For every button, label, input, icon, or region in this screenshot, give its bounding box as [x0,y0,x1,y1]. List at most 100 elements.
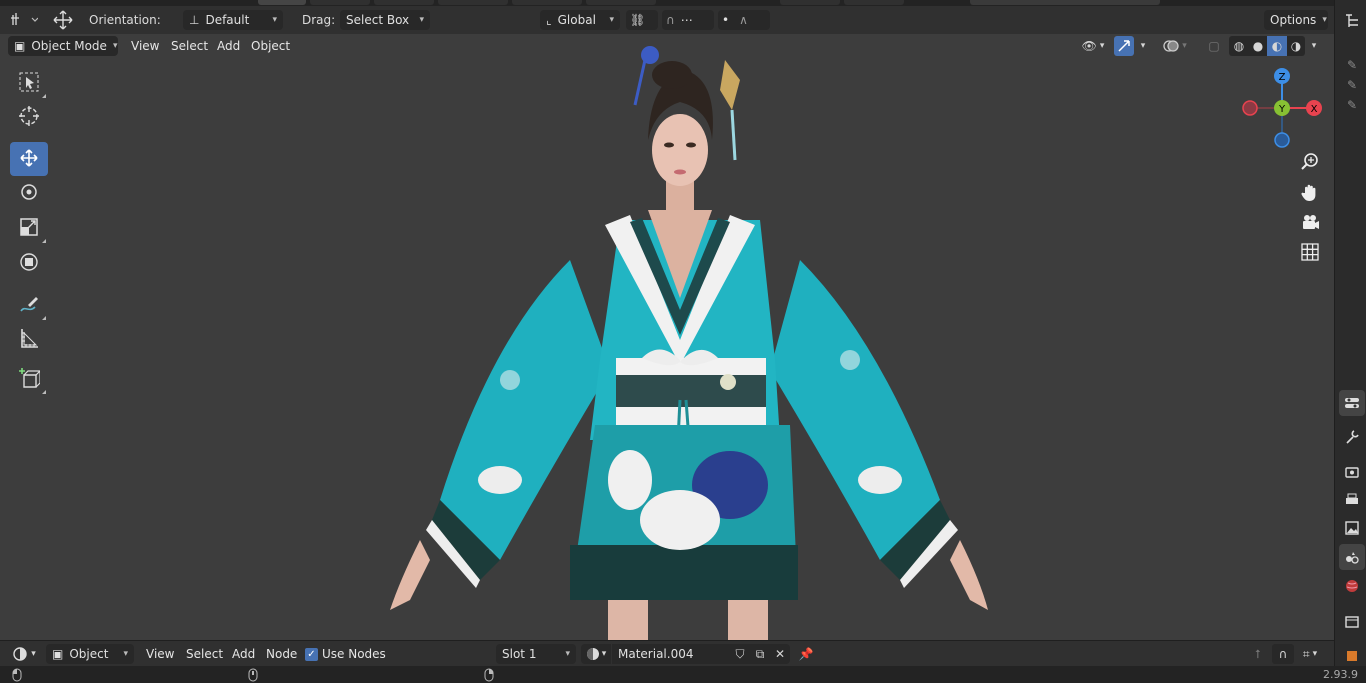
workspace-tab[interactable] [512,0,582,5]
xray-icon[interactable]: ▢ [1204,36,1224,56]
shader-type-dropdown[interactable]: ▣ Object ▾ [46,644,134,664]
material-name-field[interactable]: Material.004 [612,644,730,664]
pivot-dropdown[interactable]: ⛓ [626,10,658,30]
transform-tool[interactable] [10,246,48,280]
select-box-tool[interactable] [10,66,48,100]
drag-value: Select Box [346,13,410,27]
menu-select[interactable]: Select [171,36,208,56]
workspace-tab[interactable] [586,0,656,5]
parent-tree-icon[interactable]: ⭡ [1248,644,1268,664]
snap-increment-icon: ⋯ [680,13,693,27]
rotate-icon [18,181,40,206]
node-menu-node[interactable]: Node [266,644,297,664]
measure-tool[interactable] [10,322,48,356]
camera-view-icon[interactable] [1296,208,1324,236]
editor-type-icon[interactable]: ▾ [8,644,40,664]
snap-toggle[interactable]: ∩ ⋯ [662,10,714,30]
chevron-down-icon: ▾ [565,649,570,659]
chevron-down-icon[interactable]: ▾ [1306,36,1322,56]
outliner-icon[interactable] [1339,8,1365,34]
unlink-close-icon[interactable]: ✕ [770,644,790,664]
gizmo-toggle-icon[interactable] [1114,36,1134,56]
add-cube-tool[interactable] [10,362,48,396]
visibility-icon[interactable]: 👁 ▾ [1076,36,1110,56]
cursor-tool[interactable] [10,100,48,134]
magnet-icon: ∩ [666,13,675,27]
blender-window: Orientation: ⊥ Default ▾ Drag: Select Bo… [0,0,1366,683]
proportional-dot-icon: • [722,13,730,27]
object-mode-icon: ▣ [14,39,26,53]
overlays-icon[interactable]: ▾ [1158,36,1192,56]
pan-hand-icon[interactable] [1296,178,1324,206]
solid-shading-icon[interactable]: ● [1249,36,1267,56]
workspace-tab[interactable] [844,0,904,5]
material-preview-shading-icon[interactable]: ◐ [1267,36,1287,56]
grid-projection-icon[interactable] [1296,238,1324,266]
slot-dropdown[interactable]: Slot 1 ▾ [496,644,576,664]
material-browse-icon[interactable]: ▾ [581,644,611,664]
zoom-icon[interactable] [1296,148,1324,176]
workspace-tab[interactable] [780,0,840,5]
menu-add[interactable]: Add [217,36,240,56]
gizmo-y-label: Y [1278,104,1286,115]
tool-wrench-icon[interactable] [1339,424,1365,450]
drag-dropdown[interactable]: Select Box ▾ [340,10,430,30]
node-menu-select[interactable]: Select [186,644,223,664]
proportional-editing[interactable]: • ∧ [718,10,770,30]
orientation-dropdown[interactable]: ⊥ Default ▾ [183,10,283,30]
transform-icon [18,251,40,276]
options-label: Options [1270,13,1317,27]
navigation-gizmo[interactable]: Z Y X [1238,64,1328,154]
menu-object[interactable]: Object [251,36,290,56]
move-tool[interactable] [10,142,48,176]
tool-settings-header: Orientation: ⊥ Default ▾ Drag: Select Bo… [0,6,1334,34]
duplicate-material-icon[interactable]: ⧉ [750,644,770,664]
collection-box-icon[interactable] [1339,608,1365,634]
chevron-down-icon[interactable]: ▾ [1136,36,1150,56]
transform-space-value: Global [557,13,596,27]
output-printer-icon[interactable] [1339,487,1365,513]
world-icon[interactable] [1339,573,1365,599]
annotate-tool[interactable] [10,288,48,322]
snap-magnet-icon[interactable]: ∩ [1272,644,1294,664]
global-axes-icon: ⌞ [546,13,552,27]
workspace-tab-active[interactable] [258,0,306,5]
options-dropdown[interactable]: Options ▾ [1264,10,1328,30]
view-layer-image-icon[interactable] [1339,515,1365,541]
pin-icon[interactable]: 📌 [796,644,816,664]
rotate-tool[interactable] [10,176,48,210]
status-bar: 2.93.9 [0,666,1366,683]
workspace-tab[interactable] [374,0,434,5]
material-name-value: Material.004 [618,647,694,661]
toolbar [8,66,50,396]
fake-user-shield-icon[interactable]: ⛉ [730,644,750,664]
node-menu-view[interactable]: View [146,644,174,664]
render-camera-icon[interactable] [1339,459,1365,485]
edit-tool-icon[interactable]: ✎ [1339,92,1365,118]
object-mode-dropdown[interactable]: ▣ Object Mode ▾ [8,36,118,56]
move-gizmo-icon[interactable] [50,8,76,32]
rendered-shading-icon[interactable]: ◑ [1287,36,1305,56]
scene-icon[interactable] [1339,544,1365,570]
tool-properties-icon[interactable] [1339,390,1365,416]
workspace-tab[interactable] [438,0,508,5]
transform-pivot-icon[interactable] [8,10,40,30]
snap-element-icon[interactable]: ⌗ ▾ [1294,644,1326,664]
node-menu-add[interactable]: Add [232,644,255,664]
gizmo-x-label: X [1311,104,1318,115]
menu-view[interactable]: View [131,36,159,56]
version-label: 2.93.9 [1323,668,1358,681]
use-nodes-checkbox[interactable]: ✓ [305,648,318,661]
properties-tab-column: ✎ ✎ ✎ [1334,0,1366,683]
scale-tool[interactable] [10,211,48,245]
object-mode-value: Object Mode [31,39,107,53]
transform-orientation-dropdown[interactable]: ⌞ Global ▾ [540,10,620,30]
scene-selector[interactable] [970,0,1160,5]
drag-label: Drag: [302,13,336,27]
gizmo-z-label: Z [1279,72,1286,83]
falloff-curve-icon: ∧ [739,13,748,27]
workspace-tab[interactable] [310,0,370,5]
shader-editor-header: ▾ ▣ Object ▾ View Select Add Node ✓ Use … [0,640,1334,666]
wireframe-shading-icon[interactable]: ◍ [1229,36,1249,56]
slot-value: Slot 1 [502,647,537,661]
